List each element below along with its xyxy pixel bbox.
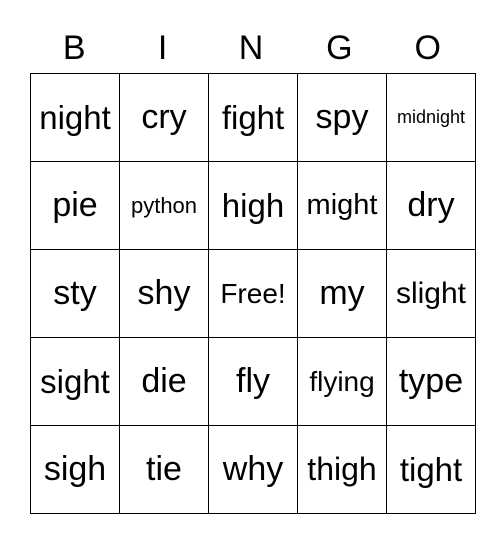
bingo-cell[interactable]: night — [30, 73, 120, 162]
bingo-cell[interactable]: my — [297, 249, 387, 338]
bingo-cell[interactable]: midnight — [386, 73, 476, 162]
bingo-cell[interactable]: high — [208, 161, 298, 250]
bingo-cell[interactable]: shy — [119, 249, 209, 338]
bingo-cell[interactable]: cry — [119, 73, 209, 162]
header-letter: B — [62, 29, 86, 67]
bingo-cell[interactable]: type — [386, 337, 476, 426]
header-letter: O — [414, 29, 441, 67]
header-letter: I — [157, 29, 168, 67]
bingo-cell[interactable]: tight — [386, 425, 476, 514]
bingo-cell[interactable]: might — [297, 161, 387, 250]
bingo-cell[interactable]: pie — [30, 161, 120, 250]
bingo-cell[interactable]: die — [119, 337, 209, 426]
bingo-cell[interactable]: why — [208, 425, 298, 514]
bingo-grid: night cry fight spy midnight pie python high mig… — [30, 73, 476, 514]
bingo-cell[interactable]: sty — [30, 249, 120, 338]
bingo-cell[interactable]: slight — [386, 249, 476, 338]
bingo-cell[interactable]: thigh — [297, 425, 387, 514]
bingo-cell[interactable]: fly — [208, 337, 298, 426]
bingo-cell[interactable]: fight — [208, 73, 298, 162]
free-cell[interactable]: Free! — [208, 249, 298, 338]
grid-row: pie python high might dry — [30, 161, 476, 250]
grid-row: sty shy Free! my slight — [30, 249, 476, 338]
bingo-cell[interactable]: tie — [119, 425, 209, 514]
bingo-cell[interactable]: python — [119, 161, 209, 250]
header-letter: G — [326, 29, 353, 67]
grid-row: sigh tie why thigh tight — [30, 425, 476, 514]
bingo-cell[interactable]: spy — [297, 73, 387, 162]
bingo-cell[interactable]: dry — [386, 161, 476, 250]
bingo-cell[interactable]: sight — [30, 337, 120, 426]
grid-row: night cry fight spy midnight — [30, 73, 476, 162]
header-letter: N — [238, 29, 264, 67]
bingo-header: B I N G O — [30, 26, 472, 70]
bingo-cell[interactable]: sigh — [30, 425, 120, 514]
bingo-cell[interactable]: flying — [297, 337, 387, 426]
grid-row: sight die fly flying type — [30, 337, 476, 426]
